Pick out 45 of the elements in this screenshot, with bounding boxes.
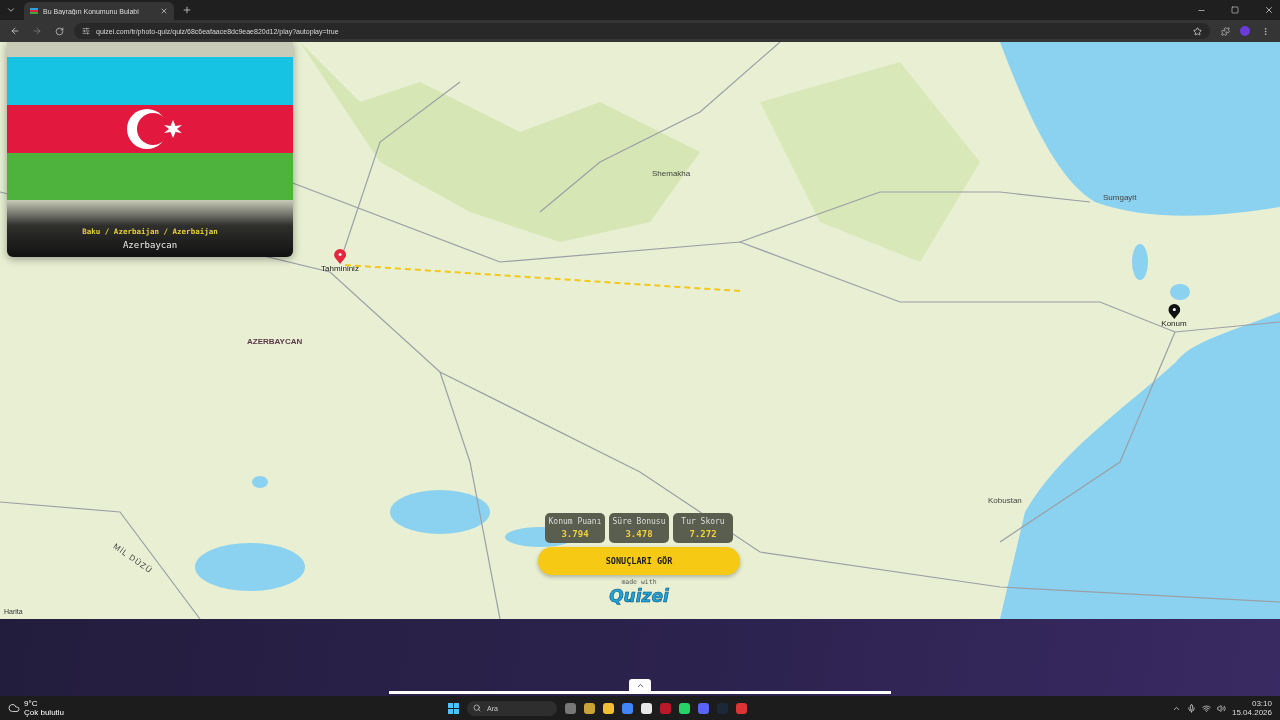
marker-label: Tahmininiz xyxy=(321,264,359,273)
country-name: Azerbaycan xyxy=(122,240,178,250)
speaker-icon[interactable] xyxy=(1216,703,1226,713)
score-value: 7.272 xyxy=(689,529,717,539)
close-icon[interactable] xyxy=(160,7,168,15)
taskbar-app-icon[interactable] xyxy=(603,702,614,714)
taskbar-app-icon[interactable] xyxy=(584,702,595,714)
score-label: Süre Bonusu xyxy=(612,517,666,526)
score-label: Tur Skoru xyxy=(681,517,725,526)
back-arrow-icon xyxy=(10,26,20,36)
map-place-label: Kobustan xyxy=(988,496,1022,505)
reload-button[interactable] xyxy=(52,24,66,38)
chevron-down-icon xyxy=(6,5,16,15)
map-place-label: AZERBAYCAN xyxy=(247,337,303,346)
site-settings-icon[interactable] xyxy=(82,27,90,35)
marker-label: Konum xyxy=(1161,319,1187,328)
microphone-icon[interactable] xyxy=(1186,703,1196,713)
map-pin-icon xyxy=(334,249,346,264)
maximize-icon xyxy=(1231,6,1239,14)
extensions-button[interactable] xyxy=(1218,24,1232,38)
weather-text: Çok bulutlu xyxy=(24,708,65,717)
see-results-button[interactable]: SONUÇLARI GÖR xyxy=(538,547,740,575)
maximize-button[interactable] xyxy=(1228,3,1242,17)
temperature: 9°C xyxy=(24,699,39,708)
map-place-label: Shemakha xyxy=(652,169,691,178)
score-value: 3.794 xyxy=(561,529,589,539)
map-pin-icon xyxy=(1168,304,1180,319)
score-value: 3.478 xyxy=(625,529,653,539)
taskbar-app-icon[interactable] xyxy=(679,702,690,714)
puzzle-icon xyxy=(1220,26,1230,36)
clock[interactable]: 03:10 15.04.2026 xyxy=(1231,699,1272,717)
bookmark-star-icon[interactable] xyxy=(1193,26,1202,36)
forward-arrow-icon xyxy=(32,26,42,36)
expand-button[interactable] xyxy=(629,679,651,691)
cloud-icon xyxy=(8,702,20,714)
score-label: Konum Puanı xyxy=(548,517,602,526)
network-icon[interactable] xyxy=(1201,703,1211,713)
map-place-label: Sumgayit xyxy=(1103,193,1137,202)
plus-icon xyxy=(182,5,192,15)
taskbar-app-icon[interactable] xyxy=(641,702,652,714)
close-icon xyxy=(1264,5,1274,15)
flag-favicon-icon xyxy=(30,8,38,14)
start-button[interactable] xyxy=(448,702,459,714)
search-icon xyxy=(473,704,481,712)
reload-icon xyxy=(54,26,64,36)
